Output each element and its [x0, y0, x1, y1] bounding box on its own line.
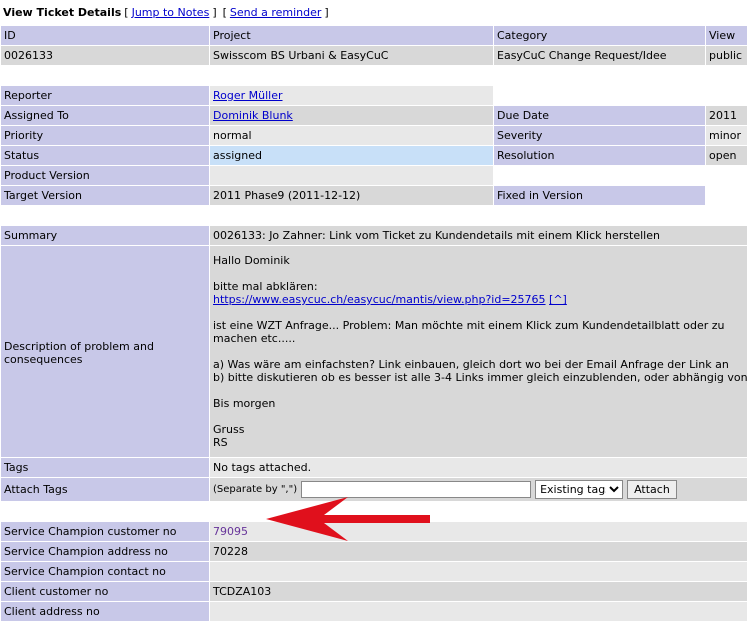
attach-tags-input[interactable] — [301, 481, 532, 498]
status-row: Status assigned Resolution open — [1, 146, 747, 165]
header-category: Category — [494, 26, 705, 45]
status-label: Status — [1, 146, 209, 165]
tags-label: Tags — [1, 458, 209, 477]
due-date-label: Due Date — [494, 106, 705, 125]
description-sign: RS — [213, 436, 228, 449]
sc-contact-no-label: Service Champion contact no — [1, 562, 209, 581]
description-tomorrow: Bis morgen — [213, 397, 276, 410]
sc-address-no-row: Service Champion address no 70228 — [1, 542, 747, 561]
product-version-row: Product Version — [1, 166, 747, 185]
tags-row: Tags No tags attached. — [1, 458, 747, 477]
priority-row: Priority normal Severity minor — [1, 126, 747, 145]
jump-to-notes-link[interactable]: Jump to Notes — [132, 6, 210, 19]
fixed-in-version-label: Fixed in Version — [494, 186, 705, 205]
client-customer-no-row: Client customer no TCDZA103 — [1, 582, 747, 601]
description-greeting: Hallo Dominik — [213, 254, 290, 267]
bracket-open: [ — [124, 6, 129, 19]
attach-tags-row: Attach Tags (Separate by ",") Existing t… — [1, 478, 747, 501]
assigned-row: Assigned To Dominik Blunk Due Date 2011 — [1, 106, 747, 125]
product-version-value — [210, 166, 493, 185]
ticket-id: 0026133 — [1, 46, 209, 65]
tags-value: No tags attached. — [210, 458, 747, 477]
attach-button[interactable]: Attach — [627, 480, 677, 499]
reporter-link[interactable]: Roger Müller — [213, 89, 283, 102]
severity-label: Severity — [494, 126, 705, 145]
sc-customer-no-row: Service Champion customer no 79095 — [1, 522, 747, 541]
description-regards: Gruss — [213, 423, 245, 436]
attach-tags-form: (Separate by ",") Existing tags Attach — [213, 480, 747, 499]
ticket-row: 0026133 Swisscom BS Urbani & EasyCuC Eas… — [1, 46, 747, 65]
sc-customer-no-label: Service Champion customer no — [1, 522, 209, 541]
sc-customer-no-value: 79095 — [210, 522, 747, 541]
existing-tags-select[interactable]: Existing tags — [535, 480, 624, 499]
description-link-popup[interactable]: [^] — [549, 293, 567, 306]
bracket-close-2: ] — [324, 6, 329, 19]
ticket-view-status: public — [706, 46, 747, 65]
assigned-link[interactable]: Dominik Blunk — [213, 109, 293, 122]
page-header: View Ticket Details [ Jump to Notes ] [ … — [0, 0, 747, 25]
description-option-b: b) bitte diskutieren ob es besser ist al… — [213, 371, 747, 384]
sc-address-no-label: Service Champion address no — [1, 542, 209, 561]
target-version-value: 2011 Phase9 (2011-12-12) — [210, 186, 493, 205]
sc-address-no-value: 70228 — [210, 542, 747, 561]
description-request-2: machen etc..... — [213, 332, 296, 345]
priority-label: Priority — [1, 126, 209, 145]
reporter-label: Reporter — [1, 86, 209, 105]
priority-value: normal — [210, 126, 493, 145]
bracket-close: ] — [212, 6, 217, 19]
attach-tags-hint: (Separate by ",") — [213, 484, 298, 495]
ticket-category: EasyCuC Change Request/Idee — [494, 46, 705, 65]
description-option-a: a) Was wäre am einfachsten? Link einbaue… — [213, 358, 729, 371]
description-value: Hallo Dominik bitte mal abklären: https:… — [210, 246, 747, 457]
send-reminder-link[interactable]: Send a reminder — [230, 6, 322, 19]
sc-contact-no-row: Service Champion contact no — [1, 562, 747, 581]
page-title: View Ticket Details — [3, 6, 122, 19]
client-address-no-row: Client address no — [1, 602, 747, 621]
status-value: assigned — [210, 146, 493, 165]
description-request-1: ist eine WZT Anfrage... Problem: Man möc… — [213, 319, 725, 332]
client-customer-no-value: TCDZA103 — [210, 582, 747, 601]
severity-value: minor — [706, 126, 747, 145]
target-version-label: Target Version — [1, 186, 209, 205]
resolution-label: Resolution — [494, 146, 705, 165]
summary-row: Summary 0026133: Jo Zahner: Link vom Tic… — [1, 226, 747, 245]
ticket-project: Swisscom BS Urbani & EasyCuC — [210, 46, 493, 65]
description-row: Description of problem and consequences … — [1, 246, 747, 457]
ticket-details-table: ID Project Category View 0026133 Swissco… — [0, 25, 747, 622]
bracket-open-2: [ — [222, 6, 227, 19]
header-id: ID — [1, 26, 209, 45]
resolution-value: open — [706, 146, 747, 165]
target-version-row: Target Version 2011 Phase9 (2011-12-12) … — [1, 186, 747, 205]
header-project: Project — [210, 26, 493, 45]
summary-label: Summary — [1, 226, 209, 245]
header-view-status: View — [706, 26, 747, 45]
description-label: Description of problem and consequences — [1, 246, 209, 457]
due-date-value: 2011 — [706, 106, 747, 125]
description-check: bitte mal abklären: — [213, 280, 318, 293]
summary-value: 0026133: Jo Zahner: Link vom Ticket zu K… — [210, 226, 747, 245]
assigned-label: Assigned To — [1, 106, 209, 125]
product-version-label: Product Version — [1, 166, 209, 185]
header-row: ID Project Category View — [1, 26, 747, 45]
description-link[interactable]: https://www.easycuc.ch/easycuc/mantis/vi… — [213, 293, 546, 306]
client-address-no-label: Client address no — [1, 602, 209, 621]
reporter-row: Reporter Roger Müller — [1, 86, 747, 105]
attach-tags-label: Attach Tags — [1, 478, 209, 501]
sc-contact-no-value — [210, 562, 747, 581]
client-customer-no-label: Client customer no — [1, 582, 209, 601]
